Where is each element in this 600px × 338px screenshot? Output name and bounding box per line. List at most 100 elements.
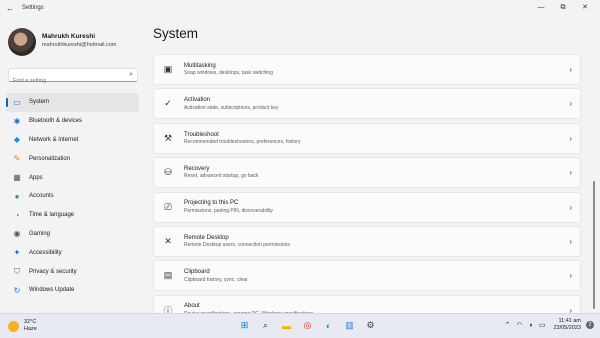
sidebar-item-time-language[interactable]: ◔ Time & language: [6, 206, 139, 225]
sidebar-item-label: Accessibility: [29, 249, 62, 256]
chevron-right-icon: ›: [569, 65, 572, 74]
sidebar-item-personalization[interactable]: ✎ Personalization: [6, 149, 139, 168]
chrome-icon[interactable]: ◎: [299, 317, 316, 334]
profile-email: mahrukhkureshi@hotmail.com: [42, 42, 117, 48]
setting-card-troubleshoot[interactable]: ⚒ Troubleshoot Recommended troubleshooters…: [153, 122, 581, 154]
card-description: Activation state, subscriptions, product…: [184, 104, 279, 111]
multitasking-icon: ▣: [163, 64, 173, 74]
edge-icon[interactable]: ◐: [320, 317, 337, 334]
card-title: Recovery: [184, 165, 210, 172]
setting-card-activation[interactable]: ✓ Activation Activation state, subscriptio…: [153, 88, 581, 120]
taskbar: 32°C Haze ⊞ ⌕ ▬ ◎ ◐ ▥ ⚙ ⌃ ◠ ◖ ▭ 11:41 am 23/05…: [0, 313, 600, 338]
card-title: Clipboard: [184, 269, 210, 276]
setting-card-multitasking[interactable]: ▣ Multitasking Snap windows, desktops, tas…: [153, 54, 581, 85]
setting-card-recovery[interactable]: ⛁ Recovery Reset, advanced startup, go bac…: [153, 157, 581, 189]
battery-icon[interactable]: ▭: [539, 321, 546, 329]
start-icon[interactable]: ⊞: [236, 317, 253, 334]
window-title: Settings: [22, 5, 44, 11]
wrench-icon: ⚒: [163, 132, 173, 143]
maximize-button[interactable]: ⧉: [552, 0, 574, 16]
recovery-icon: ⛁: [164, 167, 172, 178]
projecting-icon: ⎚: [164, 201, 172, 212]
chevron-right-icon: ›: [569, 271, 572, 281]
sidebar-item-apps[interactable]: ▦ Apps: [6, 168, 139, 187]
sun-icon: [8, 320, 19, 332]
sidebar-item-network-internet[interactable]: ◆ Network & internet: [6, 131, 139, 150]
chevron-right-icon: ›: [569, 202, 572, 212]
setting-card-about[interactable]: ⓘAboutDevice specifications, rename PC, …: [153, 294, 581, 313]
personalization-icon: ✎: [13, 154, 21, 164]
main-content: System ▣ Multitasking Snap windows, deskto…: [145, 16, 600, 313]
chevron-right-icon: ›: [569, 99, 572, 109]
setting-card-remote-desktop[interactable]: ✕ Remote Desktop Remote Desktop users, con…: [153, 225, 581, 257]
search-box[interactable]: ⌕: [8, 68, 138, 84]
sidebar: Mahrukh Kureshi mahrukhkureshi@hotmail.c…: [0, 16, 145, 313]
card-description: Clipboard history, sync, clear: [184, 276, 248, 283]
chevron-right-icon: ›: [569, 236, 572, 246]
sidebar-item-system[interactable]: ▭ System: [6, 93, 139, 112]
search-icon: ⌕: [129, 71, 133, 78]
card-description: Permissions, pairing PIN, discoverabilit…: [184, 207, 273, 214]
activation-icon: ✓: [164, 98, 172, 109]
sidebar-item-label: Privacy & security: [29, 268, 77, 275]
sidebar-item-accessibility[interactable]: ✦ Accessibility: [6, 243, 139, 262]
card-title: Multitasking: [184, 62, 216, 69]
sidebar-nav: ▭ System ✱ Bluetooth & devices ◆ Network & in…: [6, 93, 139, 300]
clipboard-icon: ▤: [163, 270, 173, 281]
weather-widget[interactable]: 32°C Haze: [8, 319, 37, 333]
card-description: Snap windows, desktops, task switching: [184, 70, 273, 77]
sidebar-item-accounts[interactable]: ● Accounts: [6, 187, 139, 206]
sidebar-item-windows-update[interactable]: ↻ Windows Update: [6, 281, 139, 300]
card-title: About: [184, 303, 200, 310]
sidebar-item-label: Network & internet: [29, 136, 79, 143]
sidebar-item-bluetooth-devices[interactable]: ✱ Bluetooth & devices: [6, 112, 139, 131]
user-profile[interactable]: Mahrukh Kureshi mahrukhkureshi@hotmail.c…: [8, 28, 116, 56]
sidebar-item-privacy-security[interactable]: ⛉ Privacy & security: [6, 262, 139, 281]
chevron-up-icon[interactable]: ⌃: [505, 321, 511, 329]
avatar: [8, 28, 36, 56]
weather-description: Haze: [24, 326, 37, 332]
scrollbar[interactable]: [593, 181, 595, 309]
clock[interactable]: 11:41 am 23/05/2023: [553, 318, 581, 332]
store-icon[interactable]: ▥: [341, 317, 358, 334]
network-icon: ◆: [13, 135, 21, 145]
setting-card-clipboard[interactable]: ▤ Clipboard Clipboard history, sync, clear…: [153, 260, 581, 292]
system-icon: ▭: [13, 97, 21, 107]
clock-date: 23/05/2023: [553, 325, 581, 331]
sidebar-item-label: Gaming: [29, 230, 51, 237]
sidebar-item-label: Time & language: [29, 212, 75, 219]
time-language-icon: ◔: [14, 210, 20, 220]
volume-icon[interactable]: ◖: [529, 322, 533, 329]
search-input[interactable]: [13, 78, 123, 84]
sidebar-item-label: Personalization: [29, 155, 71, 162]
minimize-button[interactable]: —: [530, 0, 552, 16]
weather-temperature: 32°C: [24, 319, 37, 325]
gaming-icon: ◉: [13, 229, 21, 239]
apps-icon: ▦: [13, 173, 21, 183]
setting-card-projecting-to-this-pc[interactable]: ⎚ Projecting to this PC Permissions, pairi…: [153, 191, 581, 223]
sidebar-item-label: System: [29, 99, 50, 106]
sidebar-item-gaming[interactable]: ◉ Gaming: [6, 225, 139, 244]
window-controls: — ⧉ ✕: [530, 0, 596, 16]
close-button[interactable]: ✕: [574, 0, 596, 16]
notification-badge[interactable]: 2: [586, 321, 594, 329]
file-explorer-icon[interactable]: ▬: [278, 317, 295, 334]
chevron-right-icon: ›: [569, 168, 572, 178]
search-taskbar-icon[interactable]: ⌕: [257, 317, 274, 334]
card-title: Projecting to this PC: [184, 200, 239, 207]
system-tray: ⌃ ◠ ◖ ▭ 11:41 am 23/05/2023 2: [505, 318, 594, 332]
accounts-icon: ●: [14, 191, 20, 201]
bluetooth-icon: ✱: [13, 116, 21, 126]
windows-update-icon: ↻: [13, 285, 21, 295]
card-title: Activation: [184, 97, 211, 104]
wifi-icon[interactable]: ◠: [517, 321, 523, 329]
card-title: Troubleshoot: [184, 131, 219, 138]
settings-taskbar-icon[interactable]: ⚙: [362, 317, 379, 334]
accessibility-icon: ✦: [13, 248, 21, 258]
profile-name: Mahrukh Kureshi: [42, 33, 96, 40]
taskbar-apps: ⊞ ⌕ ▬ ◎ ◐ ▥ ⚙: [236, 317, 383, 334]
back-arrow-icon[interactable]: ←: [6, 4, 16, 13]
clock-time: 11:41 am: [558, 318, 581, 324]
page-title: System: [153, 26, 199, 41]
sidebar-item-label: Bluetooth & devices: [29, 118, 83, 125]
